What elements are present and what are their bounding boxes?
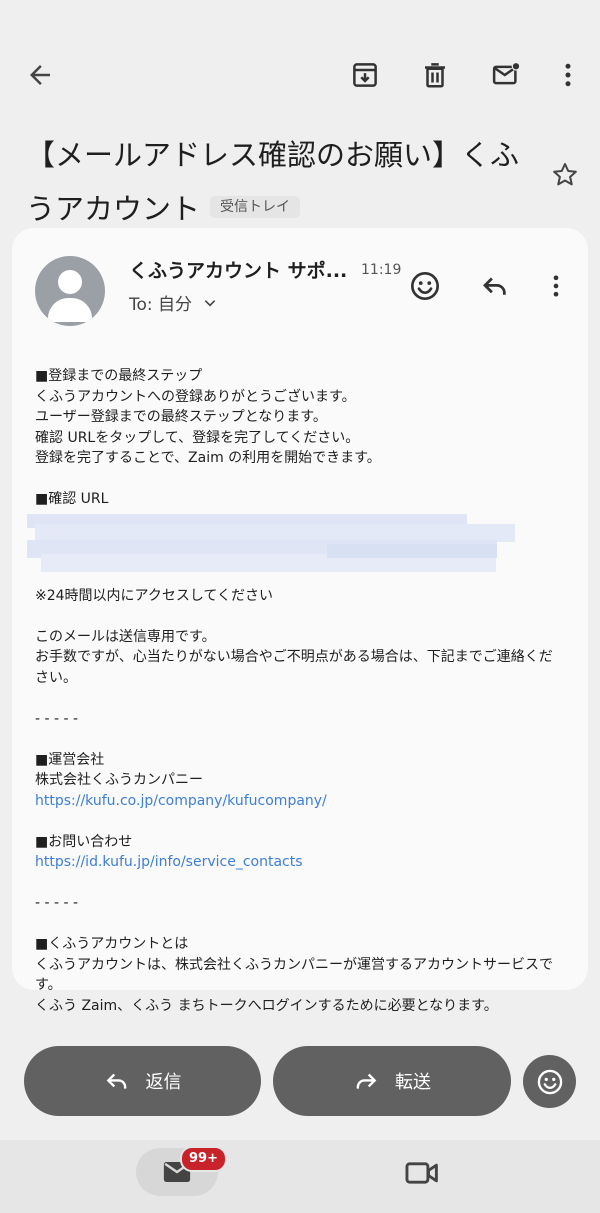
forward-action-button[interactable]: 転送 <box>273 1046 511 1116</box>
company-link[interactable]: https://kufu.co.jp/company/kufucompany/ <box>35 791 565 812</box>
avatar-head <box>58 270 82 294</box>
section-heading: ■くふうアカウントとは <box>35 936 189 952</box>
mark-unread-icon <box>492 61 521 85</box>
email-subject: 【メールアドレス確認のお願い】くふうアカウント 受信トレイ <box>26 128 526 236</box>
archive-button[interactable] <box>343 53 387 97</box>
reply-action-button[interactable]: 返信 <box>24 1046 261 1116</box>
body-line: くふう Zaim、くふう まちトークへログインするために必要となります。 <box>35 997 498 1014</box>
smiley-icon <box>411 272 439 300</box>
divider-text: - - - - - <box>35 710 79 727</box>
body-line: ユーザー登録までの最終ステップとなります。 <box>35 409 327 425</box>
unread-count-badge: 99+ <box>180 1146 227 1172</box>
emoji-reaction-fab[interactable] <box>523 1055 576 1108</box>
reply-icon <box>483 277 506 295</box>
back-button[interactable] <box>18 53 62 97</box>
body-line: 登録を完了することで、Zaim の利用を開始できます。 <box>35 450 381 466</box>
body-line: このメールは送信専用です。 <box>35 628 216 645</box>
contact-link[interactable]: https://id.kufu.jp/info/service_contacts <box>35 852 565 873</box>
archive-icon <box>353 63 377 87</box>
message-more-button[interactable] <box>536 266 576 306</box>
reply-icon <box>106 1073 126 1089</box>
body-line: 確認 URLをタップして、登録を完了してください。 <box>35 429 360 446</box>
company-name: 株式会社くふうカンパニー <box>35 772 203 788</box>
smiley-icon <box>537 1069 562 1094</box>
more-options-button[interactable] <box>546 53 590 97</box>
delete-button[interactable] <box>413 53 457 97</box>
emoji-reaction-button[interactable] <box>405 266 445 306</box>
recipient-text: To: 自分 <box>129 295 193 315</box>
more-vert-icon <box>565 63 571 87</box>
avatar[interactable] <box>35 256 105 326</box>
section-heading: ■登録までの最終ステップ <box>35 368 203 384</box>
nav-meet-tab[interactable] <box>404 1158 440 1188</box>
star-button[interactable] <box>546 156 584 194</box>
video-camera-icon <box>405 1162 438 1184</box>
inbox-label-chip[interactable]: 受信トレイ <box>210 196 301 218</box>
chevron-down-icon <box>204 299 216 306</box>
message-body: ■登録までの最終ステップ くふうアカウントへの登録ありがとうございます。 ユーザ… <box>27 366 565 1016</box>
body-note: ※24時間以内にアクセスしてください <box>35 587 274 604</box>
redacted-confirmation-url[interactable] <box>27 513 517 576</box>
forward-label: 転送 <box>395 1072 431 1093</box>
body-line: くふうアカウントへの登録ありがとうございます。 <box>35 388 356 405</box>
reply-button[interactable] <box>475 266 515 306</box>
recipient-line[interactable]: To: 自分 <box>129 290 218 315</box>
section-heading: ■お問い合わせ <box>35 833 133 850</box>
body-line: くふうアカウントは、株式会社くふうカンパニーが運営するアカウントサービスです。 <box>35 956 553 994</box>
avatar-body <box>48 298 92 322</box>
section-heading: ■運営会社 <box>35 751 105 768</box>
mark-unread-button[interactable] <box>484 53 528 97</box>
star-outline-icon <box>553 163 577 186</box>
reply-label: 返信 <box>145 1072 182 1093</box>
section-heading: ■確認 URL <box>35 491 109 507</box>
arrow-back-icon <box>30 65 50 85</box>
message-card: くふうアカウント サポ... 11:19 To: 自分 ■登録までの最終ステップ… <box>12 228 588 1014</box>
bottom-navigation: 99+ <box>0 1140 600 1213</box>
sender-name[interactable]: くふうアカウント サポ... <box>129 256 351 283</box>
trash-icon <box>425 63 445 88</box>
body-line: お手数ですが、心当たりがない場合やご不明点がある場合は、下記までご連絡ください。 <box>35 649 553 686</box>
message-time: 11:19 <box>361 262 402 278</box>
more-vert-icon <box>553 275 559 297</box>
divider-text: - - - - - <box>35 895 79 911</box>
forward-icon <box>356 1073 377 1089</box>
